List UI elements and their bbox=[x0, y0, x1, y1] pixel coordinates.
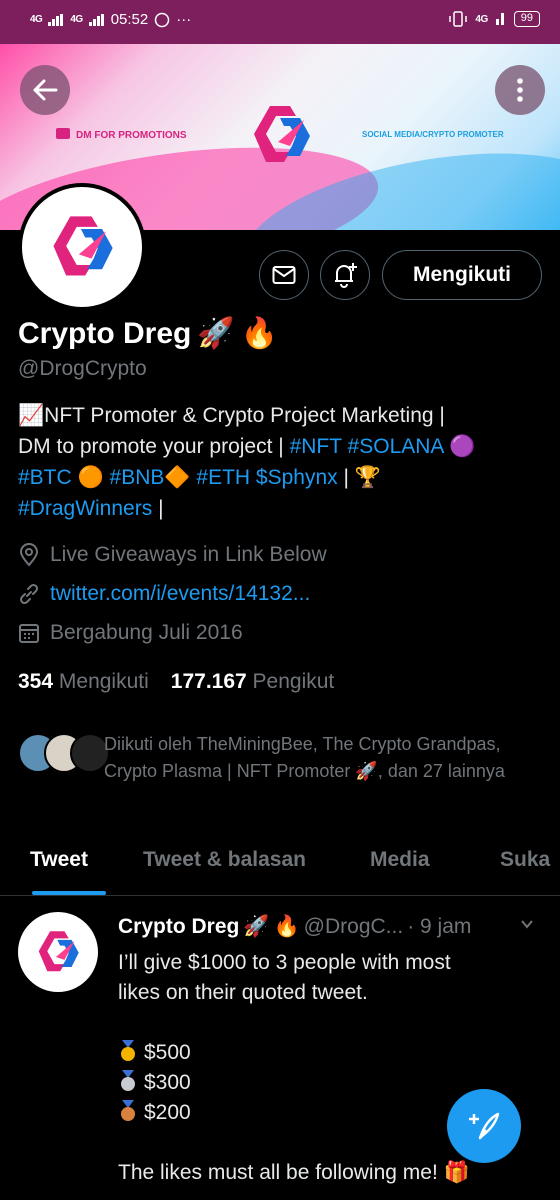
bio-separator: | bbox=[158, 497, 164, 520]
tab-media[interactable]: Media bbox=[370, 848, 430, 872]
followers-stat[interactable]: 177.167 Pengikut bbox=[171, 670, 335, 694]
tweet-author-handle: @DrogC... bbox=[303, 915, 404, 938]
following-count: 354 bbox=[18, 670, 54, 693]
profile-stats: 354 Mengikuti 177.167 Pengikut bbox=[18, 670, 334, 694]
cashtag-link[interactable]: $Sphynx bbox=[256, 466, 338, 489]
tweet-author-name[interactable]: Crypto Dreg bbox=[118, 915, 239, 939]
signal-bars-icon bbox=[88, 13, 104, 26]
tweet-avatar[interactable] bbox=[18, 912, 98, 992]
avatar-logo bbox=[53, 216, 113, 276]
signal-2: 4G bbox=[70, 14, 83, 25]
bronze-medal-icon bbox=[121, 1100, 135, 1121]
more-options-button[interactable] bbox=[495, 65, 545, 115]
back-arrow-icon bbox=[33, 79, 58, 101]
following-label: Mengikuti bbox=[58, 670, 149, 693]
mail-icon bbox=[272, 266, 296, 284]
signal-3: 4G bbox=[475, 13, 488, 25]
hashtag-link[interactable]: #ETH bbox=[196, 466, 250, 489]
chart-up-icon: 📈 bbox=[18, 404, 45, 427]
followed-by-text[interactable]: Diikuti oleh TheMiningBee, The Crypto Gr… bbox=[104, 731, 544, 785]
trophy-icon: 🏆 bbox=[354, 466, 381, 489]
prize-amount: $200 bbox=[144, 1101, 191, 1124]
avatar-logo bbox=[38, 931, 79, 972]
vibrate-icon bbox=[449, 11, 468, 27]
profile-name: Crypto Dreg bbox=[18, 316, 192, 350]
calendar-icon bbox=[19, 624, 39, 643]
followed-by-avatars[interactable] bbox=[18, 733, 110, 773]
active-tab-indicator bbox=[32, 891, 106, 895]
compose-tweet-icon bbox=[469, 1112, 500, 1140]
banner-left-text: DM FOR PROMOTIONS bbox=[76, 130, 187, 141]
signal-1: 4G bbox=[30, 14, 43, 25]
bell-plus-icon bbox=[335, 263, 357, 288]
followers-count: 177.167 bbox=[170, 670, 247, 693]
tweet-line: I’ll give $1000 to 3 people with most bbox=[118, 951, 451, 974]
solana-icon: 🟣 bbox=[449, 435, 476, 458]
chevron-down-icon[interactable] bbox=[520, 917, 534, 931]
more-vertical-icon bbox=[517, 78, 523, 102]
followers-label: Pengikut bbox=[252, 670, 335, 693]
bitcoin-icon: 🟠 bbox=[77, 466, 104, 489]
tweet-line: The likes must all be following me! 🎁 bbox=[118, 1158, 538, 1188]
rocket-icon: 🚀 bbox=[355, 761, 378, 781]
profile-bio: 📈NFT Promoter & Crypto Project Marketing… bbox=[18, 400, 548, 524]
hashtag-link[interactable]: #BNB bbox=[110, 466, 165, 489]
notifications-button[interactable] bbox=[320, 250, 370, 300]
signal-bars-icon bbox=[495, 13, 504, 25]
profile-link-row: twitter.com/i/events/14132... bbox=[18, 582, 310, 606]
hashtag-link[interactable]: #BTC bbox=[18, 466, 72, 489]
clock: 05:52 bbox=[110, 11, 149, 28]
rocket-icon: 🚀 bbox=[243, 915, 270, 938]
joined-text: Bergabung Juli 2016 bbox=[50, 621, 243, 644]
hashtag-link[interactable]: #NFT bbox=[290, 435, 342, 458]
following-stat[interactable]: 354 Mengikuti bbox=[18, 670, 149, 694]
bio-text: NFT Promoter & Crypto Project Marketing … bbox=[44, 404, 445, 427]
following-button[interactable]: Mengikuti bbox=[382, 250, 542, 300]
fire-icon: 🔥 bbox=[240, 317, 279, 350]
signal-bars-icon bbox=[48, 13, 64, 26]
bio-text: DM to promote your project | bbox=[18, 435, 284, 458]
followed-by-more: , dan 27 lainnya bbox=[377, 761, 505, 781]
tweet-header: Crypto Dreg 🚀 🔥 @DrogC... · 9 jam bbox=[118, 915, 471, 939]
location-icon bbox=[19, 543, 39, 567]
banner-mail-icon bbox=[56, 128, 70, 139]
rocket-icon: 🚀 bbox=[197, 317, 235, 350]
profile-location: Live Giveaways in Link Below bbox=[18, 543, 327, 567]
tab-tweet[interactable]: Tweet bbox=[30, 848, 88, 872]
tweet-line: $500 bbox=[118, 1038, 538, 1068]
hashtag-link[interactable]: #SOLANA bbox=[348, 435, 444, 458]
more-notifications: ··· bbox=[176, 11, 192, 28]
profile-handle: @DrogCrypto bbox=[18, 357, 147, 380]
bio-separator: | bbox=[343, 466, 349, 489]
banner-logo bbox=[246, 100, 316, 175]
tweet-line: likes on their quoted tweet. bbox=[118, 981, 368, 1004]
back-button[interactable] bbox=[20, 65, 70, 115]
profile-tabs: Tweet Tweet & balasan Media Suka bbox=[0, 840, 560, 896]
fire-icon: 🔥 bbox=[273, 915, 300, 938]
gold-medal-icon bbox=[121, 1040, 135, 1061]
link-icon bbox=[19, 583, 39, 605]
profile-name-row: Crypto Dreg 🚀 🔥 bbox=[18, 316, 278, 351]
compose-tweet-button[interactable] bbox=[447, 1089, 521, 1163]
battery-indicator: 99 bbox=[513, 11, 540, 27]
whatsapp-icon bbox=[154, 12, 170, 27]
tweet-time: · 9 jam bbox=[407, 915, 472, 938]
tweet-line-text: The likes must all be following me! bbox=[118, 1161, 438, 1184]
status-bar: 4G 4G 05:52 ··· 4G 99 bbox=[0, 0, 560, 44]
bnb-icon: 🔶 bbox=[164, 466, 191, 489]
tab-tweets-replies[interactable]: Tweet & balasan bbox=[143, 848, 306, 872]
hashtag-link[interactable]: #DragWinners bbox=[18, 497, 152, 520]
prize-amount: $300 bbox=[144, 1071, 191, 1094]
prize-amount: $500 bbox=[144, 1041, 191, 1064]
banner-right-text: SOCIAL MEDIA/CRYPTO PROMOTER bbox=[362, 130, 504, 139]
silver-medal-icon bbox=[121, 1070, 135, 1091]
gift-icon: 🎁 bbox=[443, 1161, 470, 1184]
profile-avatar[interactable] bbox=[18, 183, 146, 311]
profile-joined: Bergabung Juli 2016 bbox=[18, 621, 243, 645]
message-button[interactable] bbox=[259, 250, 309, 300]
profile-link[interactable]: twitter.com/i/events/14132... bbox=[50, 582, 310, 606]
location-text: Live Giveaways in Link Below bbox=[50, 543, 327, 566]
tab-likes[interactable]: Suka bbox=[500, 848, 550, 872]
